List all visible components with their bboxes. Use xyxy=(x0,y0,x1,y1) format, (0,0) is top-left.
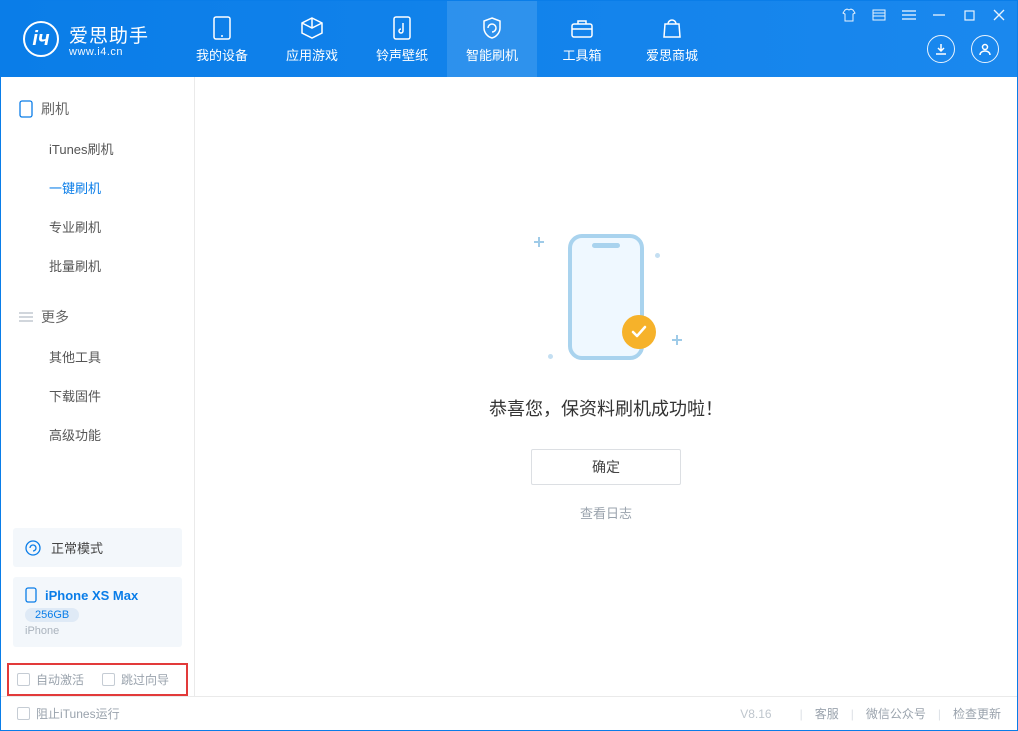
group-label: 更多 xyxy=(41,307,69,327)
mode-label: 正常模式 xyxy=(51,538,103,557)
close-icon[interactable] xyxy=(991,7,1007,23)
checkbox-label: 阻止iTunes运行 xyxy=(36,705,120,722)
group-label: 刷机 xyxy=(41,99,69,119)
brand-url: www.i4.cn xyxy=(69,46,149,58)
check-badge-icon xyxy=(622,315,656,349)
checkbox-label: 跳过向导 xyxy=(121,671,169,688)
sidebar-group-flash: 刷机 iTunes刷机 一键刷机 专业刷机 批量刷机 xyxy=(1,77,194,285)
dot-icon xyxy=(548,354,553,359)
sidebar-item-itunes[interactable]: iTunes刷机 xyxy=(1,129,194,168)
tab-label: 我的设备 xyxy=(196,45,248,64)
checkbox-block-itunes[interactable]: 阻止iTunes运行 xyxy=(17,705,120,722)
view-log-link[interactable]: 查看日志 xyxy=(580,503,632,522)
device-block: 正常模式 iPhone XS Max 256GB iPhone xyxy=(1,528,194,657)
support-link[interactable]: 客服 xyxy=(815,705,839,722)
device-type: iPhone xyxy=(25,625,170,637)
window-controls xyxy=(841,7,1007,23)
result-panel: 恭喜您，保资料刷机成功啦！ 确定 查看日志 xyxy=(195,227,1017,522)
version-label: V8.16 xyxy=(740,707,787,721)
statusbar: 阻止iTunes运行 V8.16 | 客服 | 微信公众号 | 检查更新 xyxy=(1,696,1017,730)
brand-logo: iч 爱思助手 www.i4.cn xyxy=(1,1,165,77)
nav-tabs: 我的设备 应用游戏 铃声壁纸 智能刷机 工具箱 爱思商城 xyxy=(177,1,717,77)
tab-label: 智能刷机 xyxy=(466,45,518,64)
tab-apps[interactable]: 应用游戏 xyxy=(267,1,357,77)
phone-icon xyxy=(209,15,235,41)
toolbox-icon xyxy=(569,15,595,41)
minimize-icon[interactable] xyxy=(931,7,947,23)
header-actions xyxy=(927,35,999,63)
tab-label: 爱思商城 xyxy=(646,45,698,64)
tab-flash[interactable]: 智能刷机 xyxy=(447,1,537,77)
checkbox-skip-guide[interactable]: 跳过向导 xyxy=(102,671,169,688)
bag-icon xyxy=(659,15,685,41)
checkbox-icon xyxy=(102,673,115,686)
device-card[interactable]: iPhone XS Max 256GB iPhone xyxy=(13,577,182,647)
music-file-icon xyxy=(389,15,415,41)
sidebar: 刷机 iTunes刷机 一键刷机 专业刷机 批量刷机 更多 其他工具 下载固件 … xyxy=(1,77,195,696)
storage-badge: 256GB xyxy=(25,608,79,622)
tab-my-device[interactable]: 我的设备 xyxy=(177,1,267,77)
sparkle-icon xyxy=(534,237,544,247)
sidebar-group-title: 刷机 xyxy=(1,89,194,129)
cube-icon xyxy=(299,15,325,41)
tab-label: 工具箱 xyxy=(563,45,602,64)
sync-icon xyxy=(25,540,41,556)
list-icon[interactable] xyxy=(871,7,887,23)
tab-label: 应用游戏 xyxy=(286,45,338,64)
device-mode-card[interactable]: 正常模式 xyxy=(13,528,182,567)
tab-toolbox[interactable]: 工具箱 xyxy=(537,1,627,77)
tab-label: 铃声壁纸 xyxy=(376,45,428,64)
sidebar-item-firmware[interactable]: 下载固件 xyxy=(1,376,194,415)
checkbox-icon xyxy=(17,707,30,720)
checkbox-auto-activate[interactable]: 自动激活 xyxy=(17,671,84,688)
sidebar-item-other[interactable]: 其他工具 xyxy=(1,337,194,376)
phone-icon xyxy=(19,100,33,118)
tab-store[interactable]: 爱思商城 xyxy=(627,1,717,77)
phone-icon xyxy=(25,587,37,603)
checkbox-icon xyxy=(17,673,30,686)
logo-icon: iч xyxy=(23,21,59,57)
sidebar-item-batch[interactable]: 批量刷机 xyxy=(1,246,194,285)
account-button[interactable] xyxy=(971,35,999,63)
dot-icon xyxy=(655,253,660,258)
success-message: 恭喜您，保资料刷机成功啦！ xyxy=(489,395,723,421)
sidebar-group-title: 更多 xyxy=(1,297,194,337)
body: 刷机 iTunes刷机 一键刷机 专业刷机 批量刷机 更多 其他工具 下载固件 … xyxy=(1,77,1017,696)
main-content: 恭喜您，保资料刷机成功啦！ 确定 查看日志 xyxy=(195,77,1017,696)
check-update-link[interactable]: 检查更新 xyxy=(953,705,1001,722)
sidebar-group-more: 更多 其他工具 下载固件 高级功能 xyxy=(1,285,194,454)
wechat-link[interactable]: 微信公众号 xyxy=(866,705,926,722)
sidebar-item-pro[interactable]: 专业刷机 xyxy=(1,207,194,246)
success-illustration xyxy=(506,227,706,367)
sidebar-item-oneclick[interactable]: 一键刷机 xyxy=(1,168,194,207)
download-button[interactable] xyxy=(927,35,955,63)
brand-name: 爱思助手 xyxy=(69,21,149,48)
device-name: iPhone XS Max xyxy=(45,588,138,603)
checkbox-label: 自动激活 xyxy=(36,671,84,688)
list-icon xyxy=(19,311,33,323)
menu-icon[interactable] xyxy=(901,7,917,23)
tshirt-icon[interactable] xyxy=(841,7,857,23)
sparkle-icon xyxy=(672,335,682,345)
highlighted-options: 自动激活 跳过向导 xyxy=(7,663,188,696)
tab-ringtones[interactable]: 铃声壁纸 xyxy=(357,1,447,77)
sidebar-item-advanced[interactable]: 高级功能 xyxy=(1,415,194,454)
confirm-button[interactable]: 确定 xyxy=(531,449,681,485)
titlebar: iч 爱思助手 www.i4.cn 我的设备 应用游戏 铃声壁纸 智能刷机 工具… xyxy=(1,1,1017,77)
shield-refresh-icon xyxy=(479,15,505,41)
maximize-icon[interactable] xyxy=(961,7,977,23)
